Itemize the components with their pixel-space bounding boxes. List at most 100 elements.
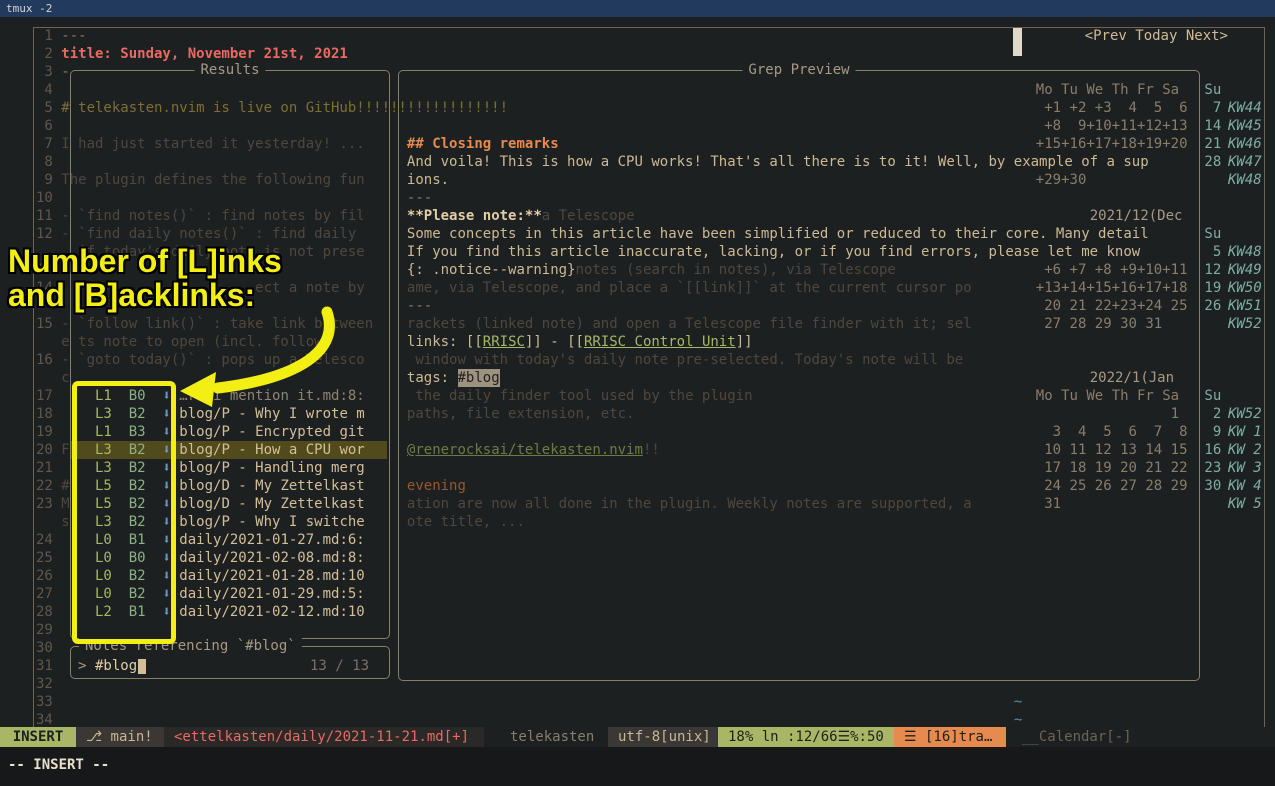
calendar-text: 7 xyxy=(1204,99,1221,117)
calendar-text: Su xyxy=(1204,387,1221,405)
line-number: 18 xyxy=(36,405,53,423)
calendar-text: Su xyxy=(1204,81,1221,99)
calendar-text: 2 xyxy=(1204,405,1221,423)
line-number: 7 xyxy=(36,135,53,153)
line-number: 34 xyxy=(36,711,53,727)
calendar-text: ~ xyxy=(1014,693,1022,711)
git-branch-segment: ⎇ main! xyxy=(76,727,164,747)
line-number: 16 xyxy=(36,351,53,369)
line-number: 21 xyxy=(36,459,53,477)
calendar-statusline-label: __Calendar[-] xyxy=(1012,727,1142,747)
buffer-text: s xyxy=(61,513,69,531)
buffer-text: F xyxy=(61,441,69,459)
line-number: 29 xyxy=(36,621,53,639)
calendar-text: KW49 xyxy=(1228,261,1262,279)
mode-indicator: INSERT xyxy=(0,727,76,747)
line-number: 32 xyxy=(36,675,53,693)
line-number: 25 xyxy=(36,549,53,567)
encoding-segment: utf-8[unix] xyxy=(608,727,718,747)
grep-preview-title: Grep Preview xyxy=(742,61,855,79)
calendar-scrollbar-thumb[interactable] xyxy=(1013,28,1022,56)
results-window-title: Results xyxy=(194,61,265,79)
calendar-text: KW51 xyxy=(1228,297,1262,315)
line-number: 33 xyxy=(36,693,53,711)
line-number: 31 xyxy=(36,657,53,675)
text-cursor xyxy=(138,659,146,674)
calendar-text: 14 xyxy=(1204,117,1221,135)
calendar-text: 23 xyxy=(1204,459,1221,477)
calendar-text: 5 xyxy=(1204,243,1221,261)
line-number: 28 xyxy=(36,603,53,621)
calendar-text: KW44 xyxy=(1228,99,1262,117)
line-number: 11 xyxy=(36,207,53,225)
results-counter: 13 / 13 xyxy=(310,657,369,675)
calendar-text: KW52 xyxy=(1228,315,1262,333)
line-number: 5 xyxy=(36,99,53,117)
line-number: 6 xyxy=(36,117,53,135)
calendar-text: KW48 xyxy=(1228,171,1262,189)
line-number: 20 xyxy=(36,441,53,459)
line-number: 1 xyxy=(36,27,53,45)
calendar-text: KW 2 xyxy=(1228,441,1262,459)
buffer-text: --- xyxy=(61,27,86,45)
line-number: 19 xyxy=(36,423,53,441)
calendar-text: KW 4 xyxy=(1228,477,1262,495)
calendar-text: KW52 xyxy=(1228,405,1262,423)
calendar-text: KW50 xyxy=(1228,279,1262,297)
buffer-text: - xyxy=(61,63,69,81)
buffer-text: e xyxy=(61,333,69,351)
grep-preview-window: Grep Preview xyxy=(398,70,1200,681)
line-number: 15 xyxy=(36,315,53,333)
line-number: 12 xyxy=(36,225,53,243)
calendar-text: KW 3 xyxy=(1228,459,1262,477)
calendar-text: 28 xyxy=(1204,153,1221,171)
annotation-arrow-icon xyxy=(150,300,350,420)
calendar-text: KW48 xyxy=(1228,243,1262,261)
calendar-text: KW 5 xyxy=(1228,495,1262,513)
line-number: 26 xyxy=(36,567,53,585)
buffer-text: # xyxy=(61,477,69,495)
prompt-prefix: > xyxy=(78,657,86,675)
line-number: 2 xyxy=(36,45,53,63)
line-number: 23 xyxy=(36,495,53,513)
buffer-text: M xyxy=(61,495,69,513)
line-number: 4 xyxy=(36,81,53,99)
calendar-text: 30 xyxy=(1204,477,1221,495)
calendar-text: KW 1 xyxy=(1228,423,1262,441)
calendar-text: KW46 xyxy=(1228,135,1262,153)
line-number: 30 xyxy=(36,639,53,657)
buffer-text: c xyxy=(61,369,69,387)
plugin-name-segment: telekasten xyxy=(500,727,604,747)
whitespace-warning-segment: ☰ [16]tra… xyxy=(894,727,1006,747)
filename-segment: <ettelkasten/daily/2021-11-21.md[+] xyxy=(164,727,484,747)
line-number: 17 xyxy=(36,387,53,405)
command-line: -- INSERT -- xyxy=(0,747,1275,786)
calendar-nav[interactable]: <Prev Today Next> xyxy=(1085,27,1228,45)
calendar-text: 16 xyxy=(1204,441,1221,459)
calendar-text: KW47 xyxy=(1228,153,1262,171)
tmux-titlebar: tmux -2 xyxy=(0,0,1275,17)
annotation-highlight-box xyxy=(72,381,176,644)
line-number: 27 xyxy=(36,585,53,603)
calendar-text: 21 xyxy=(1204,135,1221,153)
calendar-text: 12 xyxy=(1204,261,1221,279)
calendar-text: 26 xyxy=(1204,297,1221,315)
calendar-text: ~ xyxy=(1014,711,1022,727)
statusline: INSERT ⎇ main! <ettelkasten/daily/2021-1… xyxy=(0,727,1275,747)
annotation-line1: Number of [L]inks xyxy=(8,244,282,278)
search-input[interactable]: #blog xyxy=(95,657,137,675)
calendar-text: KW45 xyxy=(1228,117,1262,135)
tmux-title: tmux -2 xyxy=(6,2,52,15)
line-number: 9 xyxy=(36,171,53,189)
calendar-text: Su xyxy=(1204,225,1221,243)
line-number: 10 xyxy=(36,189,53,207)
vim-area: 1 2 3 4 5 6 7 8 910111213141516171819202… xyxy=(0,17,1275,727)
calendar-text: 19 xyxy=(1204,279,1221,297)
cursor-position-segment: 18% ln :12/66☰%:50 xyxy=(718,727,894,747)
line-number: 8 xyxy=(36,153,53,171)
screenshot-root: { "terminal": { "title": "tmux -2" }, "a… xyxy=(0,0,1275,786)
calendar-text: 9 xyxy=(1204,423,1221,441)
mode-message: -- INSERT -- xyxy=(8,756,109,774)
line-number: 3 xyxy=(36,63,53,81)
line-number: 24 xyxy=(36,531,53,549)
